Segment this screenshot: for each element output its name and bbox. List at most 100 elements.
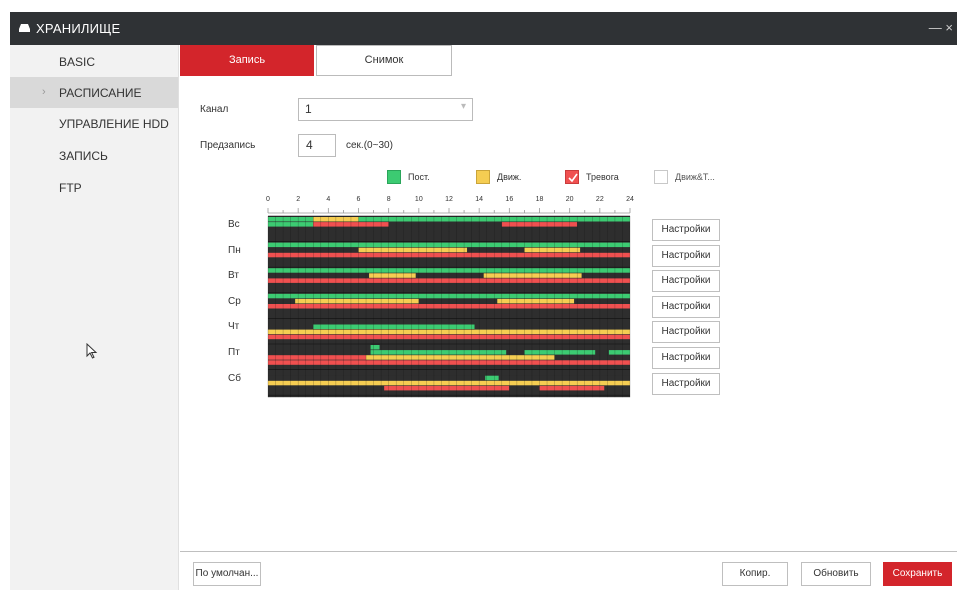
schedule-segment-empty — [268, 375, 486, 381]
schedule-segment-red — [384, 385, 510, 391]
schedule-grid[interactable]: 0 2 4 6 8 10 12 14 16 18 20 22 24 — [255, 186, 645, 398]
prerecord-unit: сек.(0~30) — [346, 140, 393, 151]
schedule-segment-red — [539, 385, 605, 391]
hdd-icon — [19, 24, 30, 32]
storage-window: ХРАНИЛИЩЕ — × BASIC › РАСПИСАНИЕ УПРАВЛЕ… — [0, 0, 957, 590]
chevron-right-icon: › — [42, 86, 46, 98]
save-button[interactable]: Сохранить — [883, 562, 952, 586]
schedule-segment-empty — [574, 298, 630, 304]
tab-snapshot[interactable]: Снимок — [316, 45, 452, 76]
schedule-segment-empty — [268, 345, 371, 350]
sidebar-item-schedule[interactable]: › РАСПИСАНИЕ — [10, 77, 178, 108]
legend-label: Пост. — [408, 172, 430, 182]
schedule-segment-yellow — [358, 247, 468, 253]
sidebar-item-label: РАСПИСАНИЕ — [59, 86, 142, 100]
schedule-segment-empty — [268, 350, 371, 355]
refresh-button[interactable]: Обновить — [801, 562, 871, 586]
sidebar-item-label: ЗАПИСЬ — [59, 149, 108, 163]
schedule-segment-empty — [581, 273, 630, 278]
schedule-segment-empty — [506, 350, 525, 355]
channel-value: 1 — [305, 102, 312, 116]
hour-tick-label: 14 — [475, 196, 483, 203]
schedule-segment-green — [370, 350, 507, 355]
schedule-segment-yellow — [483, 273, 582, 278]
legend-label: Движ&Т... — [675, 172, 715, 182]
day-label: Пн — [228, 244, 241, 256]
schedule-segment-green — [485, 375, 499, 381]
channel-select[interactable]: 1 ▾ — [298, 98, 473, 121]
channel-label: Канал — [200, 104, 229, 115]
hour-tick-label: 22 — [596, 196, 604, 203]
prerecord-value: 4 — [306, 138, 313, 152]
checkmark-icon — [568, 173, 578, 183]
day-label: Сб — [228, 372, 241, 384]
hour-tick-label: 20 — [566, 196, 574, 203]
hour-tick-label: 0 — [266, 196, 270, 203]
tab-record[interactable]: Запись — [180, 45, 314, 76]
schedule-segment-empty — [415, 273, 484, 278]
sidebar-item-basic[interactable]: BASIC — [10, 46, 178, 77]
top-strip — [0, 0, 957, 12]
schedule-segment-green — [608, 350, 630, 355]
schedule-segment-empty — [474, 324, 630, 329]
settings-button[interactable]: Настройки — [652, 372, 720, 395]
hour-tick-label: 12 — [445, 196, 453, 203]
hour-tick-label: 6 — [357, 196, 361, 203]
title-bar: ХРАНИЛИЩЕ — × — [10, 12, 957, 45]
legend-label: Движ. — [497, 172, 522, 182]
prerecord-label: Предзапись — [200, 140, 256, 151]
settings-button[interactable]: Настройки — [652, 321, 720, 344]
schedule-segment-yellow — [366, 355, 555, 360]
alarm-checkbox — [565, 170, 579, 184]
schedule-segment-empty — [268, 298, 296, 304]
prerecord-input[interactable]: 4 — [298, 134, 336, 157]
day-label: Пт — [228, 347, 240, 358]
settings-button[interactable]: Настройки — [652, 244, 720, 267]
sidebar-item-label: FTP — [59, 181, 82, 195]
footer-divider — [180, 551, 957, 552]
schedule-segment-red — [268, 355, 367, 360]
chevron-down-icon: ▾ — [460, 101, 466, 112]
sidebar-item-label: BASIC — [59, 55, 96, 69]
settings-button[interactable]: Настройки — [652, 219, 720, 241]
settings-button[interactable]: Настройки — [652, 270, 720, 293]
settings-button[interactable]: Настройки — [652, 295, 720, 318]
hour-tick-label: 24 — [626, 196, 634, 203]
hour-tick-label: 10 — [415, 196, 423, 203]
legend-label: Тревога — [586, 172, 619, 182]
schedule-segment-yellow — [295, 298, 419, 304]
day-label: Чт — [228, 321, 240, 333]
motion-alarm-checkbox — [654, 170, 668, 184]
schedule-segment-empty — [604, 385, 630, 391]
schedule-segment-empty — [577, 222, 630, 227]
copy-button[interactable]: Копир. — [722, 562, 788, 586]
schedule-segment-yellow — [524, 247, 581, 253]
hour-tick-label: 8 — [387, 196, 391, 203]
sidebar-item-label: УПРАВЛЕНИЕ HDD — [59, 117, 169, 131]
schedule-segment-empty — [498, 375, 630, 381]
day-label: Вт — [228, 270, 239, 282]
schedule-segment-empty — [268, 385, 385, 391]
hour-tick-label: 16 — [505, 196, 513, 203]
hour-tick-label: 4 — [326, 196, 330, 203]
day-label: Ср — [228, 295, 241, 307]
schedule-segment-empty — [418, 298, 498, 304]
schedule-segment-empty — [595, 350, 609, 355]
schedule-segment-yellow — [369, 273, 416, 278]
schedule-segment-green — [313, 324, 475, 329]
sidebar-item-hdd-management[interactable]: УПРАВЛЕНИЕ HDD — [10, 108, 178, 139]
settings-button[interactable]: Настройки — [652, 347, 720, 369]
window-title: ХРАНИЛИЩЕ — [36, 21, 121, 36]
constant-swatch — [387, 170, 401, 184]
hour-tick-label: 18 — [536, 196, 544, 203]
schedule-segment-green — [370, 345, 380, 350]
mouse-cursor-icon — [86, 343, 98, 359]
motion-swatch — [476, 170, 490, 184]
day-label: Вс — [228, 219, 240, 230]
schedule-segment-empty — [467, 247, 525, 253]
sidebar-item-ftp[interactable]: FTP — [10, 172, 178, 203]
window-controls[interactable]: — × — [929, 20, 953, 35]
default-button[interactable]: По умолчан... — [193, 562, 261, 586]
sidebar-item-record[interactable]: ЗАПИСЬ — [10, 140, 178, 171]
schedule-segment-yellow — [497, 298, 575, 304]
